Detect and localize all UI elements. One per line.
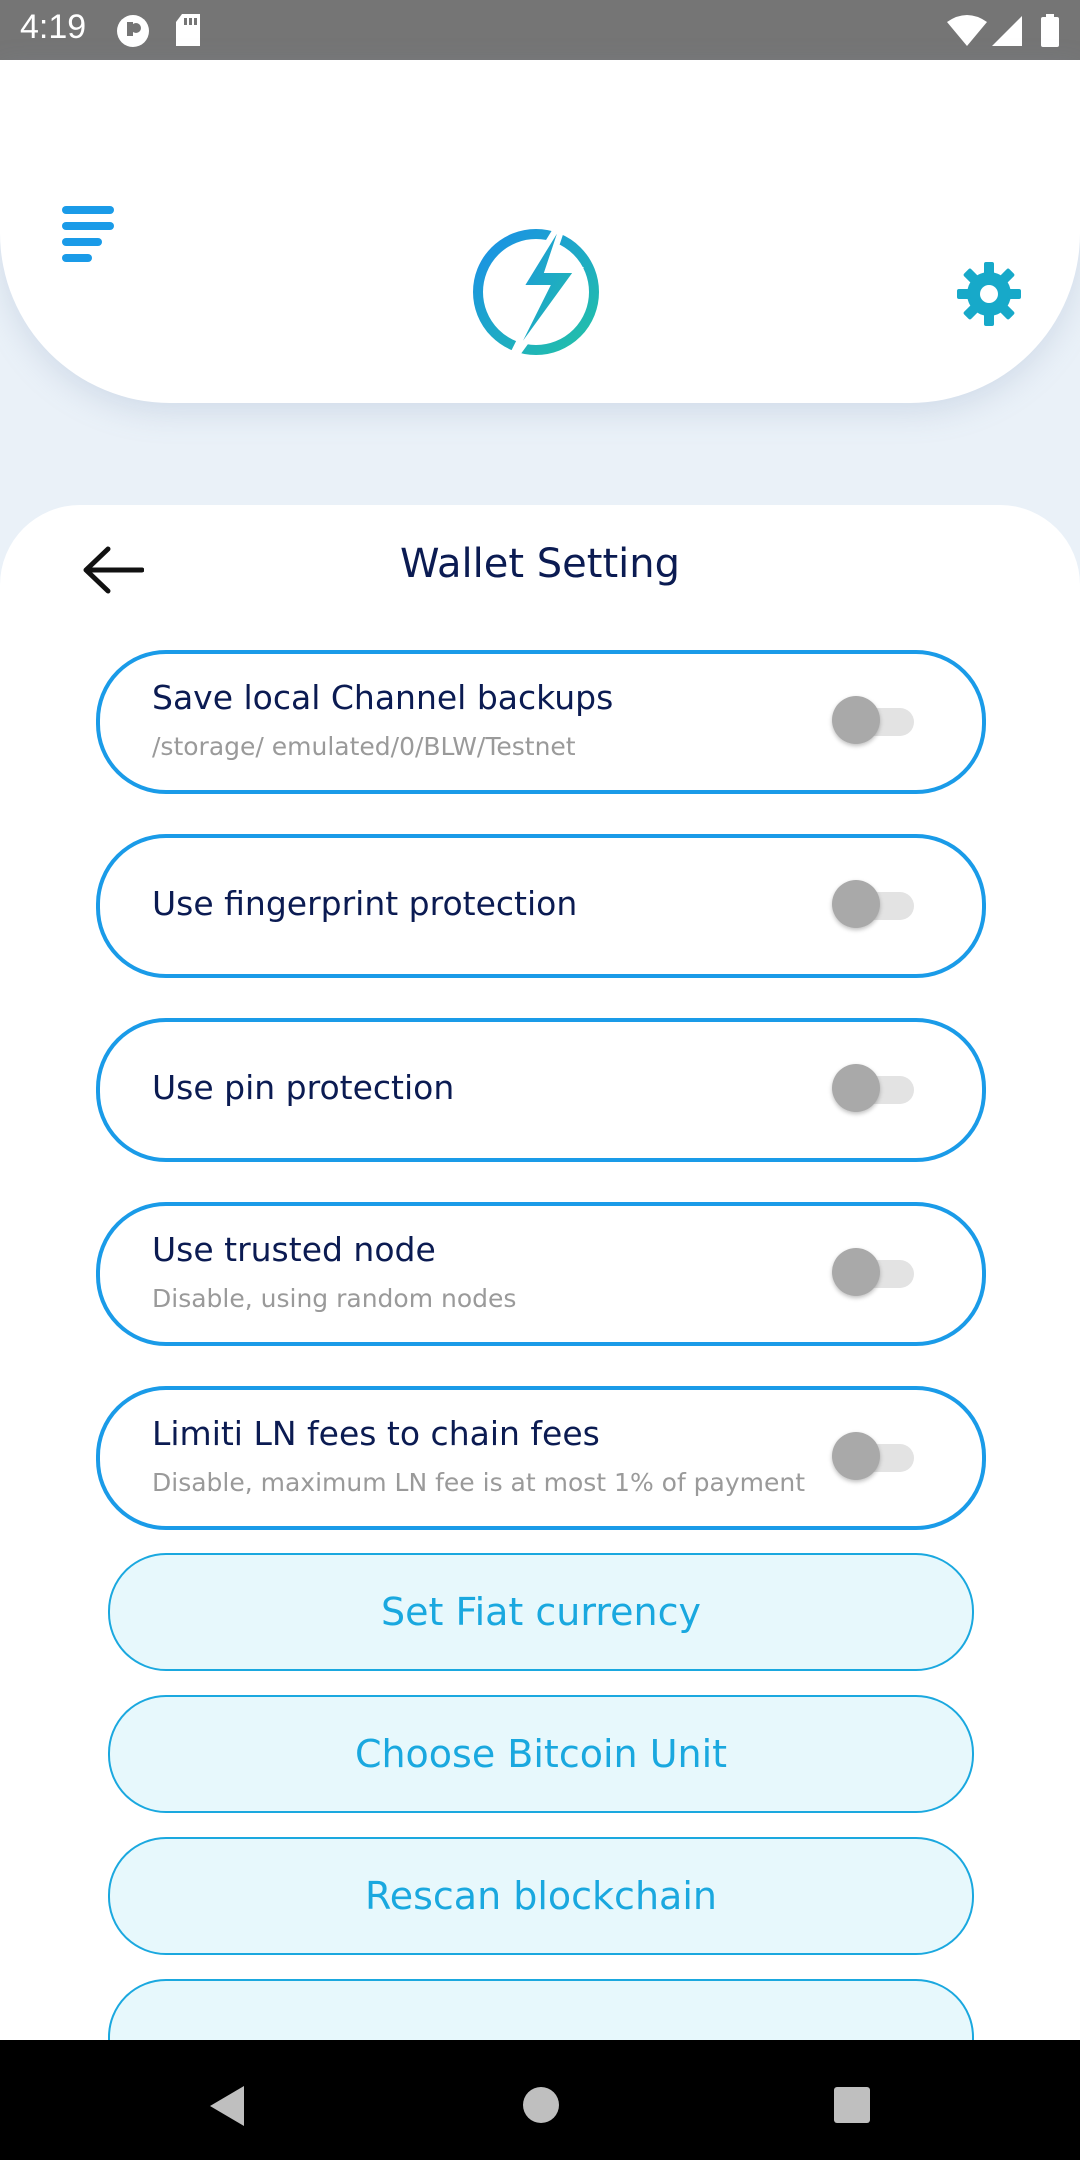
battery-icon <box>1040 14 1060 52</box>
choose-bitcoin-unit-button[interactable]: Choose Bitcoin Unit <box>108 1695 974 1813</box>
row-label: Save local Channel backups <box>152 678 614 717</box>
recents-nav-icon[interactable] <box>834 2087 870 2127</box>
set-fiat-currency-button[interactable]: Set Fiat currency <box>108 1553 974 1671</box>
row-label: Use fingerprint protection <box>152 884 578 923</box>
podcast-app-icon <box>116 14 150 52</box>
menu-icon[interactable] <box>62 206 118 262</box>
row-label: Limiti LN fees to chain fees <box>152 1414 600 1453</box>
trusted-node-setting-row[interactable]: Use trusted node Disable, using random n… <box>96 1202 986 1346</box>
settings-card: Wallet Setting Save local Channel backup… <box>0 505 1080 2040</box>
partial-next-button[interactable] <box>108 1979 974 2040</box>
wifi-icon <box>946 14 988 52</box>
home-nav-icon[interactable] <box>522 2086 560 2128</box>
row-subtitle: Disable, maximum LN fee is at most 1% of… <box>152 1468 806 1497</box>
status-bar: 4:19 <box>0 0 1080 60</box>
row-subtitle: /storage/ emulated/0/BLW/Testnet <box>152 732 576 761</box>
back-nav-icon[interactable] <box>206 2084 246 2132</box>
trusted-node-toggle[interactable] <box>832 1246 918 1298</box>
settings-gear-icon[interactable] <box>957 262 1021 326</box>
pin-toggle[interactable] <box>832 1062 918 1114</box>
page-title: Wallet Setting <box>400 541 680 587</box>
ln-fees-setting-row[interactable]: Limiti LN fees to chain fees Disable, ma… <box>96 1386 986 1530</box>
app-header <box>0 60 1080 403</box>
status-time: 4:19 <box>20 8 87 46</box>
pin-setting-row[interactable]: Use pin protection <box>96 1018 986 1162</box>
ln-fees-toggle[interactable] <box>832 1430 918 1482</box>
fingerprint-setting-row[interactable]: Use fingerprint protection <box>96 834 986 978</box>
navigation-bar <box>0 2040 1080 2160</box>
backup-setting-row[interactable]: Save local Channel backups /storage/ emu… <box>96 650 986 794</box>
fingerprint-toggle[interactable] <box>832 878 918 930</box>
row-label: Use pin protection <box>152 1068 455 1107</box>
rescan-blockchain-button[interactable]: Rescan blockchain <box>108 1837 974 1955</box>
row-label: Use trusted node <box>152 1230 436 1269</box>
row-subtitle: Disable, using random nodes <box>152 1284 517 1313</box>
signal-icon <box>990 14 1024 52</box>
backup-toggle[interactable] <box>832 694 918 746</box>
sd-card-icon <box>174 14 202 52</box>
lightning-logo-icon <box>468 208 608 374</box>
